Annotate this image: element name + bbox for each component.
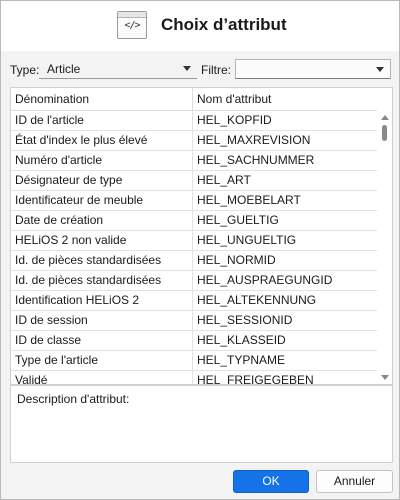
attribute-name-cell: HEL_KLASSEID: [197, 333, 286, 347]
denomination-cell: Type de l'article: [11, 351, 193, 370]
table-row[interactable]: État d'index le plus élevé HEL_MAXREVISIO…: [11, 131, 377, 151]
attribute-name-cell: HEL_MAXREVISION: [197, 133, 311, 147]
table-row[interactable]: Date de création HEL_GUELTIG: [11, 211, 377, 231]
cancel-button[interactable]: Annuler: [316, 470, 393, 493]
attribute-name-cell: HEL_ALTEKENNUNG: [197, 293, 317, 307]
attribute-name-cell: HEL_SACHNUMMER: [197, 153, 315, 167]
attribute-name-cell: HEL_AUSPRAEGUNGID: [197, 273, 333, 287]
denomination-cell: Id. de pièces standardisées: [11, 251, 193, 270]
attribute-name-cell: HEL_TYPNAME: [197, 353, 286, 367]
denomination-cell: ID de l'article: [11, 111, 193, 130]
table-row[interactable]: HELiOS 2 non valide HEL_UNGUELTIG: [11, 231, 377, 251]
column-header-denomination[interactable]: Dénomination: [11, 88, 193, 110]
denomination-cell: Numéro d'article: [11, 151, 193, 170]
type-label: Type:: [10, 63, 40, 77]
scroll-up-arrow-icon[interactable]: [381, 115, 389, 120]
dialog-header: </> Choix d’attribut: [1, 1, 399, 51]
type-dropdown[interactable]: Article: [39, 59, 197, 79]
description-label: Description d'attribut:: [17, 392, 130, 406]
denomination-cell: Id. de pièces standardisées: [11, 271, 193, 290]
icon-glyph: </>: [124, 20, 140, 31]
table-row[interactable]: Numéro d'article HEL_SACHNUMMER: [11, 151, 377, 171]
filter-label: Filtre:: [201, 63, 231, 77]
table-row[interactable]: Identification HELiOS 2 HEL_ALTEKENNUNG: [11, 291, 377, 311]
denomination-cell: Validé: [11, 371, 193, 384]
vertical-scrollbar[interactable]: [378, 111, 392, 384]
denomination-cell: Désignateur de type: [11, 171, 193, 190]
type-value: Article: [47, 62, 81, 76]
attribute-name-cell: HEL_UNGUELTIG: [197, 233, 297, 247]
table-header: Dénomination Nom d'attribut: [11, 88, 377, 111]
denomination-cell: Identification HELiOS 2: [11, 291, 193, 310]
icon-title-bar: [118, 12, 146, 18]
table-row[interactable]: Validé HEL_FREIGEGEBEN: [11, 371, 377, 385]
table-row[interactable]: Type de l'article HEL_TYPNAME: [11, 351, 377, 371]
denomination-cell: ID de session: [11, 311, 193, 330]
chevron-down-icon: [376, 67, 384, 72]
ok-button[interactable]: OK: [233, 470, 309, 493]
column-header-attribute-name[interactable]: Nom d'attribut: [193, 88, 377, 110]
code-window-icon: </>: [117, 11, 147, 39]
denomination-cell: État d'index le plus élevé: [11, 131, 193, 150]
attribute-name-cell: HEL_KOPFID: [197, 113, 272, 127]
denomination-cell: Date de création: [11, 211, 193, 230]
attribute-table: Dénomination Nom d'attribut ID de l'arti…: [10, 87, 393, 385]
attribute-name-cell: HEL_NORMID: [197, 253, 276, 267]
table-row[interactable]: Id. de pièces standardisées HEL_NORMID: [11, 251, 377, 271]
table-row[interactable]: ID de l'article HEL_KOPFID: [11, 111, 377, 131]
chevron-down-icon: [183, 66, 191, 71]
attribute-name-cell: HEL_SESSIONID: [197, 313, 293, 327]
table-row[interactable]: Identificateur de meuble HEL_MOEBELART: [11, 191, 377, 211]
attribute-choice-dialog: </> Choix d’attribut Type: Article Filtr…: [0, 0, 400, 500]
table-row[interactable]: Id. de pièces standardisées HEL_AUSPRAEGU…: [11, 271, 377, 291]
table-row[interactable]: ID de session HEL_SESSIONID: [11, 311, 377, 331]
table-body: ID de l'article HEL_KOPFID État d'index le…: [11, 111, 377, 385]
scrollbar-thumb[interactable]: [382, 125, 387, 141]
attribute-name-cell: HEL_GUELTIG: [197, 213, 279, 227]
table-row[interactable]: ID de classe HEL_KLASSEID: [11, 331, 377, 351]
denomination-cell: HELiOS 2 non valide: [11, 231, 193, 250]
dialog-title: Choix d’attribut: [161, 15, 287, 34]
attribute-name-cell: HEL_ART: [197, 173, 251, 187]
attribute-name-cell: HEL_FREIGEGEBEN: [197, 373, 314, 385]
table-row[interactable]: Désignateur de type HEL_ART: [11, 171, 377, 191]
attribute-name-cell: HEL_MOEBELART: [197, 193, 301, 207]
denomination-cell: Identificateur de meuble: [11, 191, 193, 210]
filter-dropdown[interactable]: [235, 59, 391, 79]
denomination-cell: ID de classe: [11, 331, 193, 350]
attribute-description-panel: Description d'attribut:: [10, 385, 393, 463]
scroll-down-arrow-icon[interactable]: [381, 375, 389, 380]
